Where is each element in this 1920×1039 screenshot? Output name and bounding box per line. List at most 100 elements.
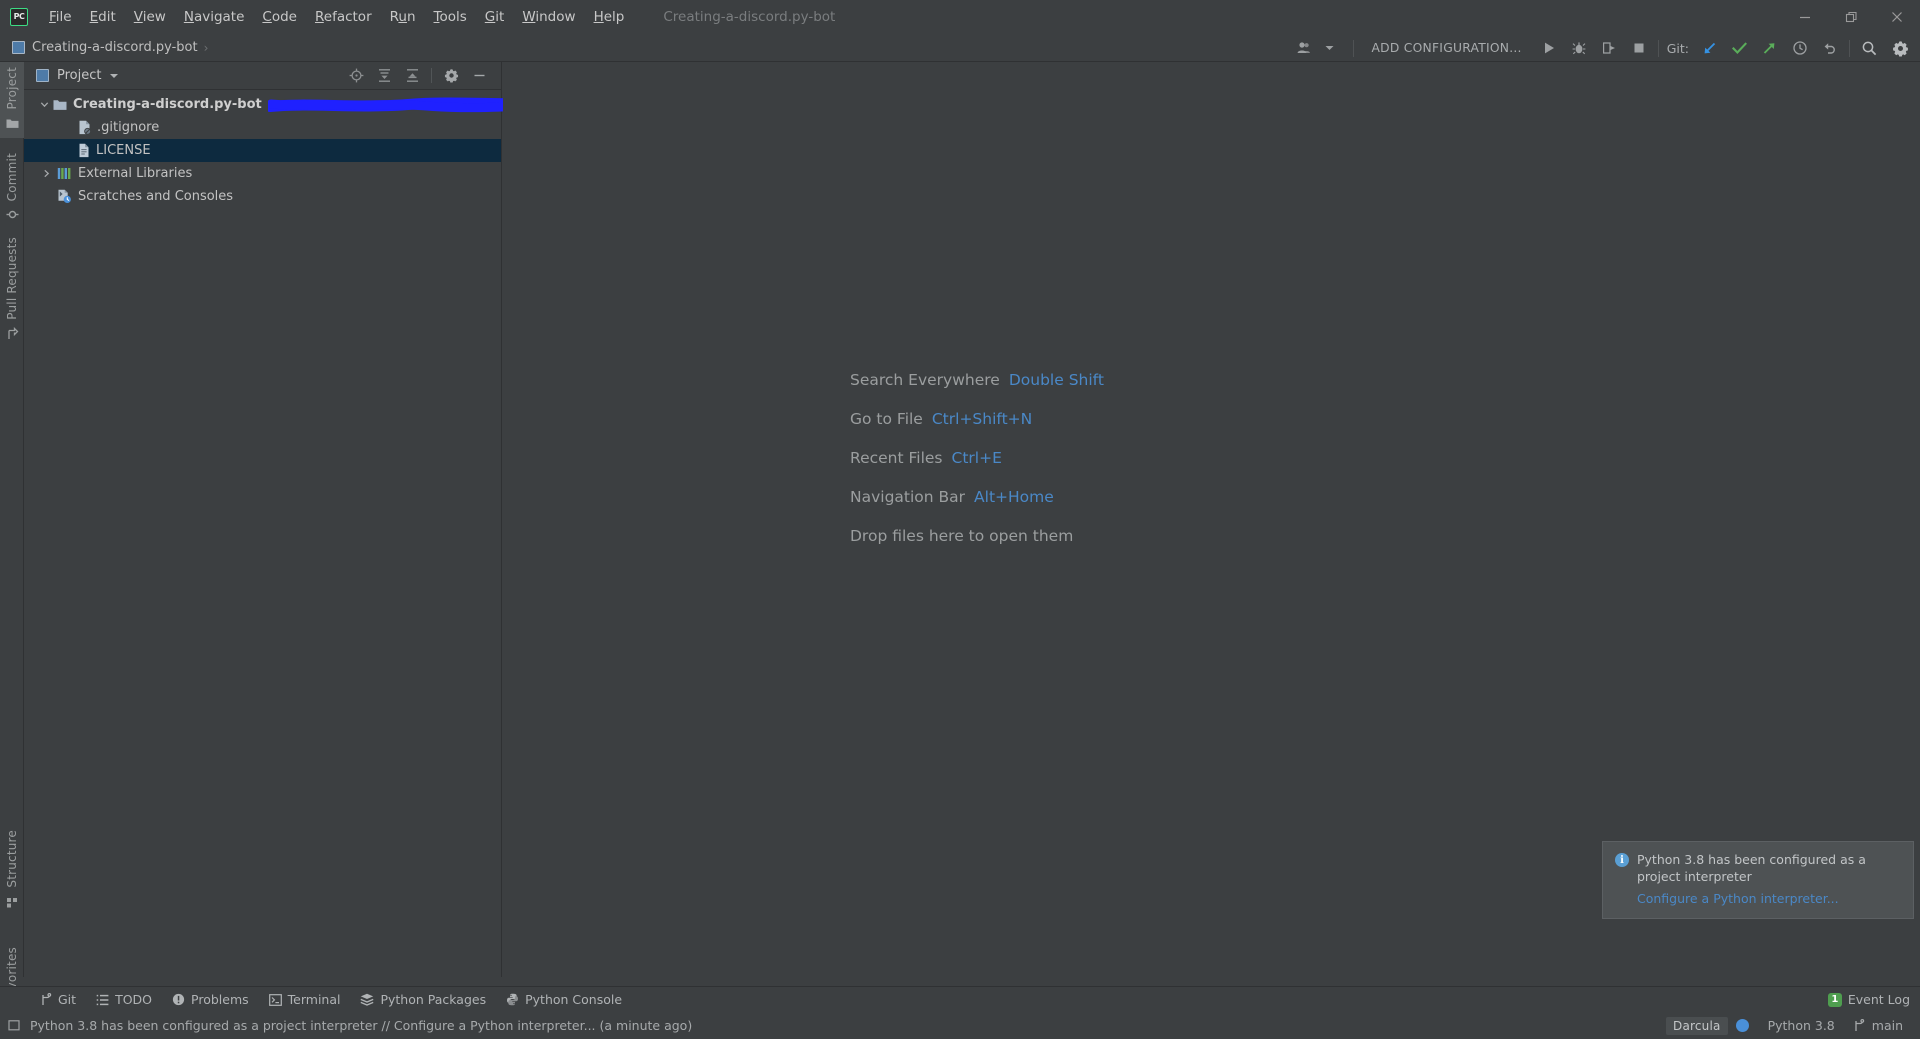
theme-chip[interactable]: Darcula [1666, 1016, 1728, 1035]
tool-window-button-label: TODO [115, 992, 153, 1007]
menu-item-refactor[interactable]: Refactor [306, 5, 381, 29]
tool-window-button-git[interactable]: Git [30, 987, 86, 1013]
editor-hint-shortcut: Ctrl+Shift+N [931, 409, 1033, 428]
status-bar-right: Darcula Python 3.8 main [1666, 1016, 1912, 1035]
git-push-button[interactable] [1758, 37, 1781, 59]
tool-window-button-todo[interactable]: TODO [86, 987, 162, 1013]
editor-hint: Go to File Ctrl+Shift+N [850, 399, 1104, 438]
tool-window-button-python-console[interactable]: Python Console [496, 987, 632, 1013]
menu-item-view[interactable]: View [125, 5, 175, 29]
tree-node-label: Scratches and Consoles [78, 189, 234, 204]
toolbar-divider-2 [1657, 39, 1659, 57]
git-history-button[interactable] [1789, 37, 1811, 59]
project-panel-toolbar-divider [431, 68, 432, 83]
tree-node[interactable]: External Libraries [24, 162, 501, 185]
hide-panel-button[interactable] [468, 65, 490, 87]
run-button[interactable] [1538, 37, 1560, 59]
editor-hint: Drop files here to open them [850, 516, 1104, 555]
user-account-icon[interactable] [1294, 37, 1317, 59]
chevron-down-icon[interactable] [40, 100, 49, 109]
editor-hint: Search Everywhere Double Shift [850, 360, 1104, 399]
menu-item-tools[interactable]: Tools [425, 5, 476, 29]
git-update-project-button[interactable] [1698, 37, 1721, 59]
run-with-coverage-button[interactable] [1598, 37, 1620, 59]
git-branch-widget[interactable]: main [1844, 1018, 1912, 1033]
memory-indicator-icon[interactable] [8, 1019, 21, 1032]
status-bar-left: Python 3.8 has been configured as a proj… [8, 1018, 692, 1033]
tree-node-label: LICENSE [96, 143, 151, 158]
tree-node-label: .gitignore [97, 120, 160, 135]
editor-hint-action: Drop files here to open them [850, 526, 1074, 545]
menu-item-help[interactable]: Help [585, 5, 634, 29]
configure-interpreter-link[interactable]: Configure a Python interpreter... [1637, 891, 1901, 906]
stop-button[interactable] [1628, 37, 1650, 59]
user-dropdown-chevron-down-icon[interactable] [1319, 37, 1341, 59]
git-branch-icon [1853, 1019, 1865, 1032]
notification-message: Python 3.8 has been configured as a proj… [1637, 852, 1866, 885]
editor-hint-list: Search Everywhere Double Shift Go to File C… [850, 360, 1104, 555]
expand-all-button[interactable] [373, 65, 395, 87]
project-tree: Creating-a-discord.py-bot .gitignore LICEN… [24, 90, 573, 208]
settings-button[interactable] [1889, 37, 1912, 59]
interpreter-selector[interactable]: Python 3.8 [1759, 1018, 1844, 1033]
theme-color-indicator-icon [1735, 1019, 1749, 1032]
python-icon [506, 993, 519, 1006]
breadcrumb[interactable]: Creating-a-discord.py-bot › [12, 40, 208, 55]
project-panel-title: Project [57, 68, 102, 83]
editor-hint-shortcut: Alt+Home [974, 487, 1054, 506]
menu-item-edit[interactable]: Edit [81, 5, 125, 29]
editor-hint: Recent Files Ctrl+E [850, 438, 1104, 477]
search-everywhere-button[interactable] [1858, 37, 1881, 59]
editor-hint-action: Recent Files [850, 448, 943, 467]
add-configuration-button[interactable]: ADD CONFIGURATION... [1362, 41, 1532, 55]
folder-icon [53, 99, 67, 111]
tree-node[interactable]: Scratches and Consoles [24, 185, 501, 208]
sidebar-item-commit-label: Commit [5, 153, 19, 202]
window-controls [1782, 0, 1920, 34]
sidebar-item-structure-label: Structure [5, 830, 19, 888]
tree-node[interactable]: .gitignore [24, 116, 501, 139]
project-panel-chevron-down-icon[interactable] [110, 73, 119, 78]
folder-icon [6, 114, 19, 138]
tree-node[interactable]: LICENSE [24, 139, 501, 162]
tool-window-button-problems[interactable]: Problems [162, 987, 259, 1013]
menu-item-code[interactable]: Code [253, 5, 306, 29]
event-log-button[interactable]: 1 Event Log [1827, 992, 1910, 1007]
minimize-window-button[interactable] [1782, 0, 1828, 34]
packages-icon [360, 993, 374, 1006]
menu-item-window[interactable]: Window [513, 5, 584, 29]
menu-item-navigate[interactable]: Navigate [175, 5, 254, 29]
tool-window-button-python-packages[interactable]: Python Packages [350, 987, 496, 1013]
panel-options-gear-icon[interactable] [440, 65, 462, 87]
sidebar-item-project[interactable]: Project [0, 62, 24, 139]
toolbar-divider [1352, 39, 1354, 57]
left-tool-stripe: Project Commit Pull Requests Structure F… [0, 62, 24, 1023]
status-bar: Python 3.8 has been configured as a proj… [0, 1012, 1920, 1039]
close-window-button[interactable] [1874, 0, 1920, 34]
git-rollback-button[interactable] [1819, 37, 1841, 59]
notification-balloon[interactable]: i Python 3.8 has been configured as a pr… [1602, 841, 1914, 919]
sidebar-item-structure[interactable]: Structure [0, 825, 24, 917]
pycharm-window: PC File Edit View Navigate Code Refactor Run To… [0, 0, 1920, 1039]
debug-button[interactable] [1568, 37, 1590, 59]
menu-item-run[interactable]: Run [381, 5, 425, 29]
git-commit-button[interactable] [1728, 37, 1751, 59]
select-opened-file-button[interactable] [345, 65, 367, 87]
tree-node[interactable]: Creating-a-discord.py-bot [24, 93, 573, 116]
maximize-window-button[interactable] [1828, 0, 1874, 34]
tool-window-button-terminal[interactable]: Terminal [259, 987, 351, 1013]
status-bar-message[interactable]: Python 3.8 has been configured as a proj… [30, 1018, 692, 1033]
collapse-all-button[interactable] [401, 65, 423, 87]
sidebar-item-commit[interactable]: Commit [0, 148, 24, 230]
sidebar-item-project-label: Project [5, 67, 19, 110]
tool-window-button-label: Terminal [287, 992, 341, 1007]
editor-hint: Navigation Bar Alt+Home [850, 477, 1104, 516]
project-module-icon [12, 41, 25, 54]
menu-item-git[interactable]: Git [476, 5, 514, 29]
tool-window-button-label: Git [58, 992, 77, 1007]
chevron-right-icon[interactable] [40, 169, 53, 178]
license-file-icon [78, 143, 90, 158]
sidebar-item-pull-requests[interactable]: Pull Requests [0, 232, 24, 349]
main-menu: File Edit View Navigate Code Refactor Run Tools… [40, 0, 633, 34]
menu-item-file[interactable]: File [40, 5, 81, 29]
